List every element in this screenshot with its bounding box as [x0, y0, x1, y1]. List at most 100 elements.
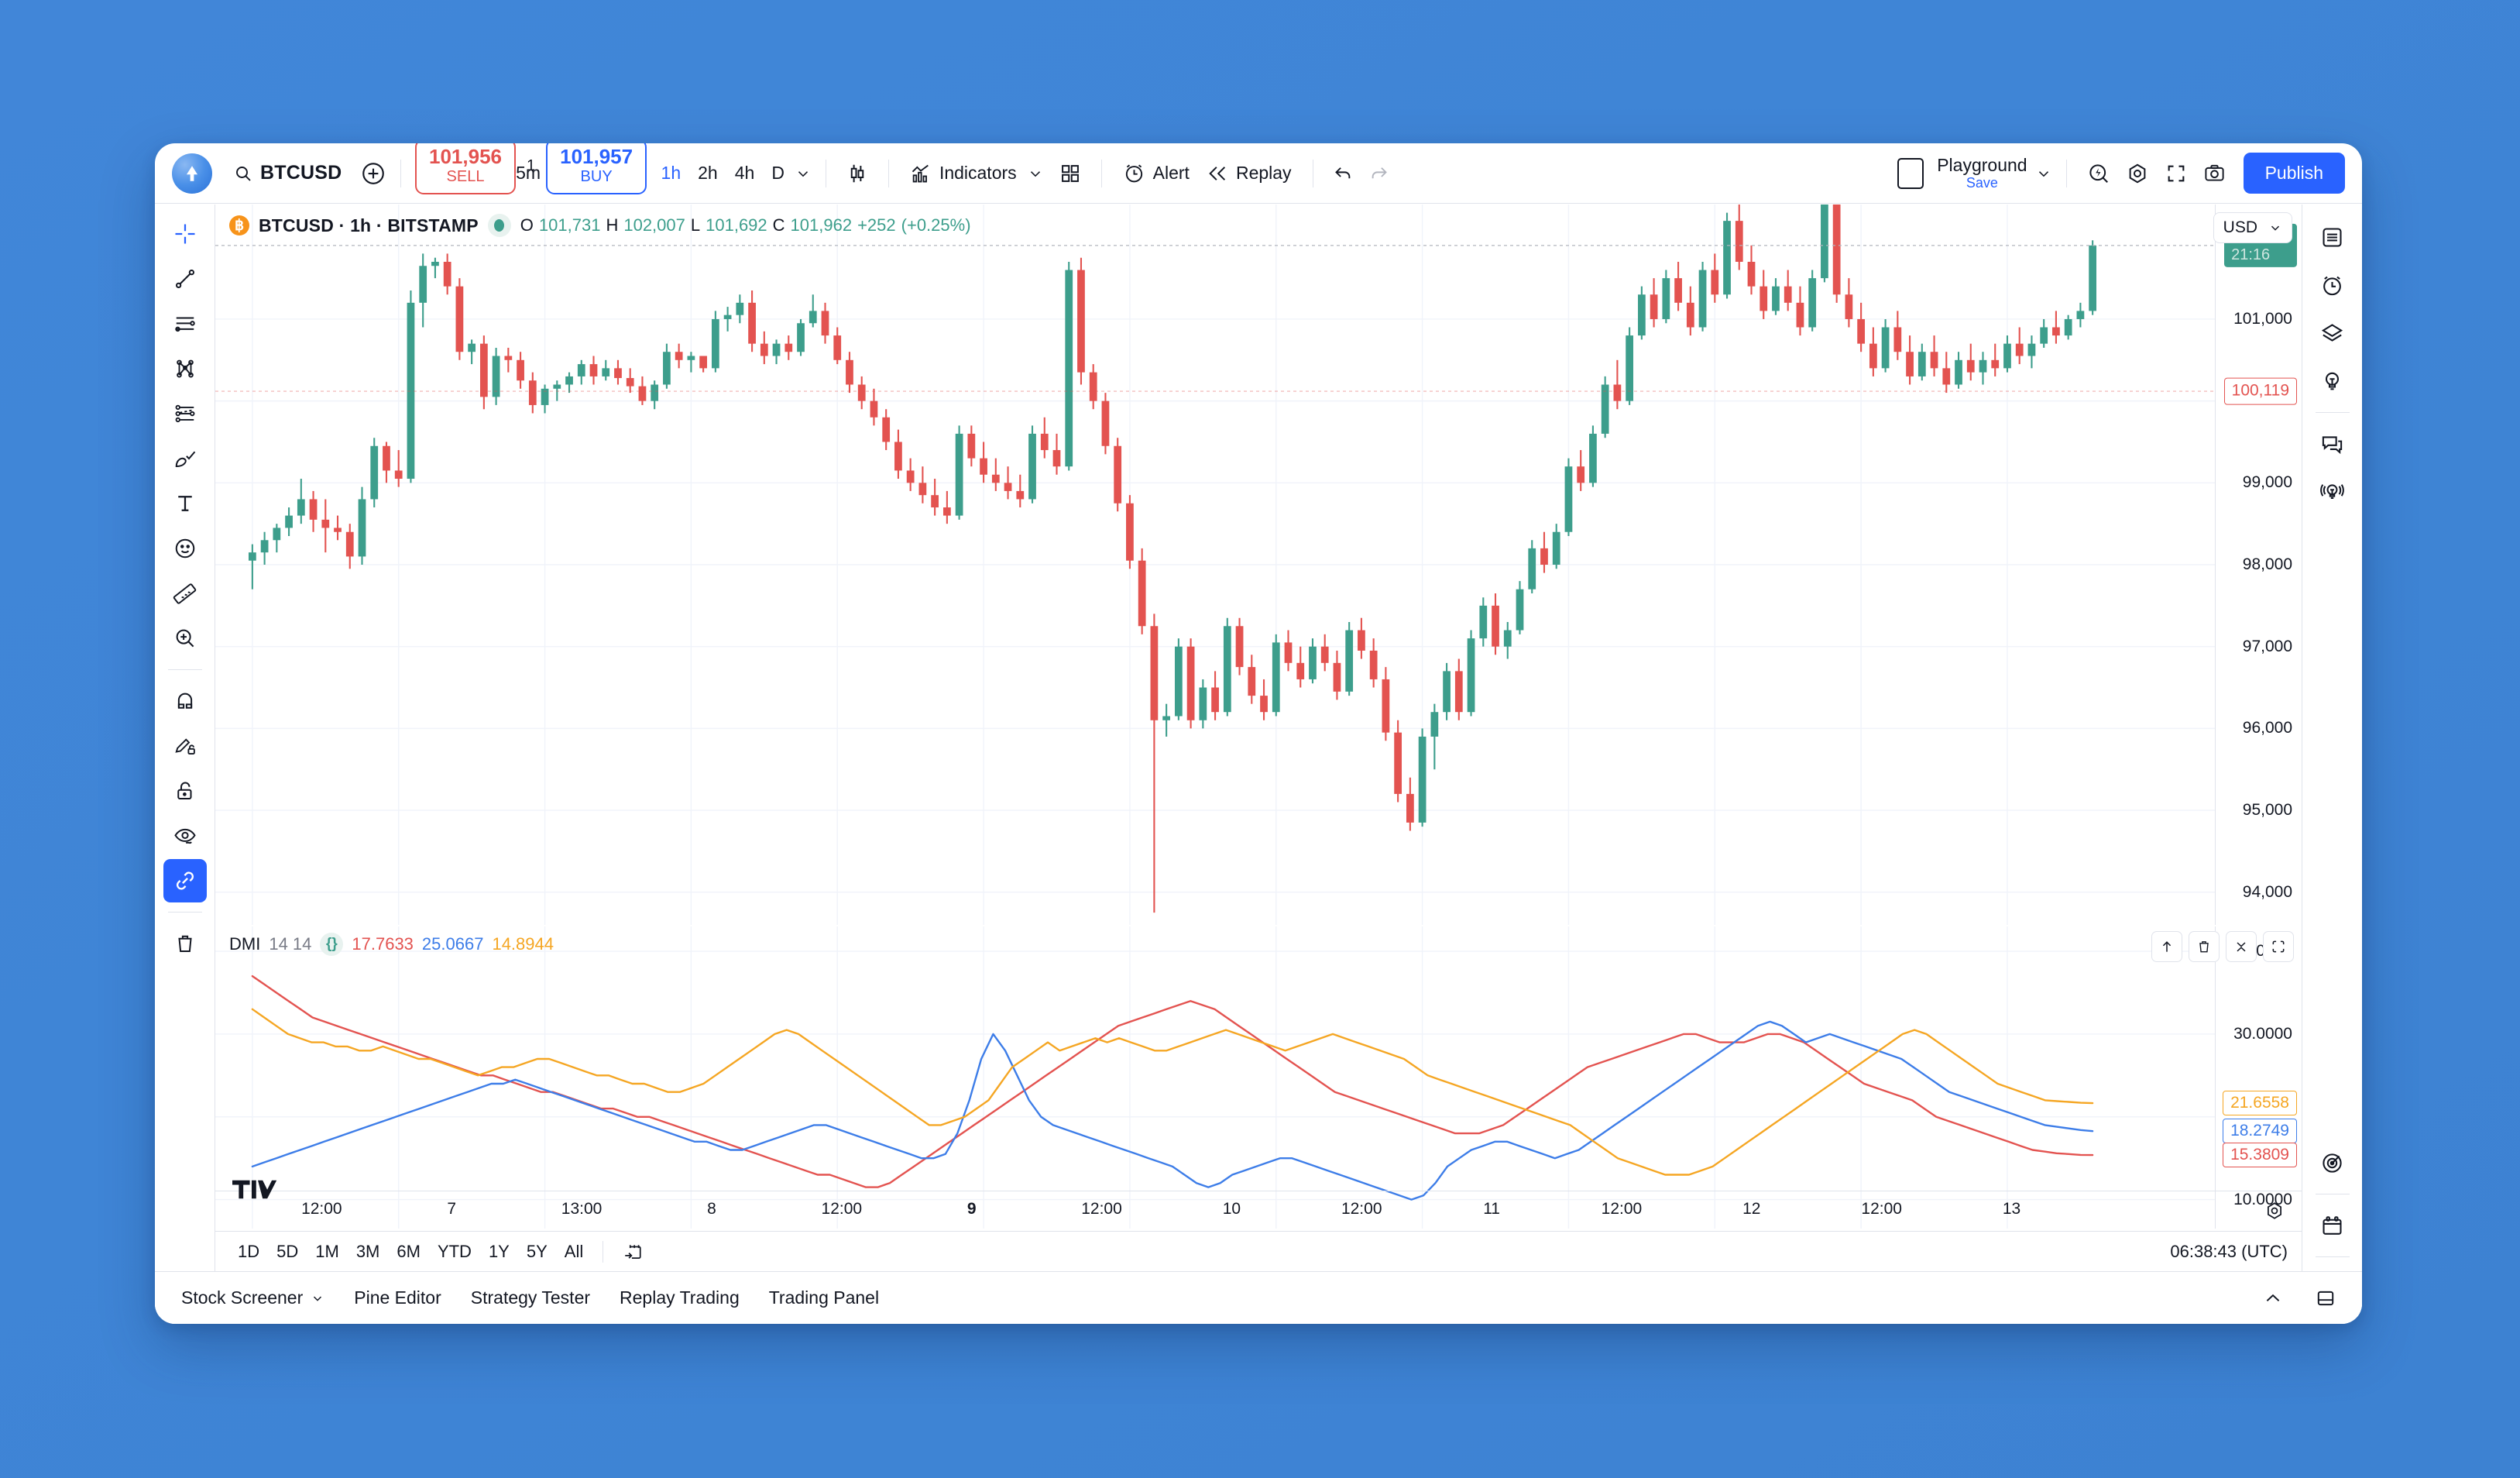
range-3M[interactable]: 3M: [348, 1238, 389, 1266]
range-5D[interactable]: 5D: [268, 1238, 307, 1266]
time-axis[interactable]: 12:00 7 13:00 8 12:00 9 12:00 10 12:00 11 12:00 12 1…: [215, 1191, 2302, 1231]
dmi-axis[interactable]: 40.000030.000010.000021.655818.274915.38…: [2215, 926, 2302, 1229]
time-axis-tick: 13:00: [561, 1200, 603, 1218]
calendar-icon[interactable]: [2311, 1204, 2354, 1247]
undo-icon[interactable]: [1326, 156, 1361, 191]
single-layout-icon[interactable]: [1890, 153, 1931, 194]
zoom-in-icon[interactable]: [163, 617, 207, 660]
delete-pane-icon[interactable]: [2189, 931, 2220, 962]
maximize-pane-icon[interactable]: [2263, 931, 2294, 962]
drawing-mode-lock-icon[interactable]: [163, 724, 207, 768]
candlestick-icon[interactable]: [839, 155, 876, 192]
time-axis-tick: 12: [1742, 1200, 1761, 1218]
horizontal-lines-icon[interactable]: [163, 302, 207, 345]
dmi-diplus-tag[interactable]: 18.2749: [2223, 1119, 2297, 1144]
range-1Y[interactable]: 1Y: [480, 1238, 518, 1266]
camera-icon[interactable]: [2196, 154, 2234, 193]
dmi-chart-pane[interactable]: [215, 926, 2215, 1229]
range-All[interactable]: All: [556, 1238, 592, 1266]
lightning-search-icon[interactable]: [2079, 154, 2118, 193]
panel-stock-screener[interactable]: Stock Screener: [169, 1280, 337, 1315]
cross-cursor-icon[interactable]: [163, 212, 207, 256]
lock-drawings-icon[interactable]: [163, 769, 207, 813]
redo-icon[interactable]: [1361, 156, 1397, 191]
brush-icon[interactable]: [163, 437, 207, 480]
source-code-icon[interactable]: {}: [320, 933, 344, 956]
text-tool-icon[interactable]: [163, 482, 207, 525]
sync-drawings-icon[interactable]: [163, 859, 207, 902]
layout-name-button[interactable]: Playground Save: [1931, 153, 2033, 194]
buy-button[interactable]: 101,957 BUY: [546, 143, 647, 194]
timeframe-1h[interactable]: 1h: [653, 157, 690, 189]
hotlist-idea-icon[interactable]: [2311, 359, 2354, 403]
chart-legend-title[interactable]: BTCUSD · 1h · BITSTAMP: [259, 215, 479, 236]
fib-retracement-icon[interactable]: [163, 392, 207, 435]
eye-dot-icon[interactable]: [487, 214, 511, 237]
chart-area[interactable]: ฿ BTCUSD · 1h · BITSTAMP O 101,731 H 102,0…: [215, 143, 2302, 1324]
replay-button[interactable]: Replay: [1198, 157, 1300, 190]
tradingview-logo-icon[interactable]: [172, 153, 212, 194]
gann-fan-icon[interactable]: [163, 347, 207, 390]
range-5Y[interactable]: 5Y: [518, 1238, 556, 1266]
range-YTD[interactable]: YTD: [429, 1238, 480, 1266]
publish-button[interactable]: Publish: [2243, 153, 2345, 194]
timeframe-4h[interactable]: 4h: [726, 157, 764, 189]
panel-pine-editor[interactable]: Pine Editor: [342, 1280, 454, 1315]
broadcast-idea-icon[interactable]: [2311, 470, 2354, 514]
dmi-adx-tag[interactable]: 15.3809: [2223, 1143, 2297, 1168]
range-1D[interactable]: 1D: [229, 1238, 268, 1266]
chevron-up-icon[interactable]: [2250, 1281, 2295, 1315]
grid-templates-icon[interactable]: [1052, 155, 1089, 192]
price-axis-tick: 94,000: [2242, 882, 2292, 901]
symbol-search[interactable]: BTCUSD: [225, 157, 351, 189]
hide-drawings-icon[interactable]: [163, 814, 207, 858]
remove-drawings-icon[interactable]: [163, 922, 207, 965]
time-axis-tick: 12:00: [1341, 1200, 1382, 1218]
clock-utc: 06:38:43 (UTC): [2170, 1241, 2288, 1261]
collapse-pane-icon[interactable]: [2226, 931, 2257, 962]
measure-ruler-icon[interactable]: [163, 572, 207, 615]
goto-date-icon[interactable]: [614, 1238, 651, 1266]
sell-button[interactable]: 101,956 SELL: [415, 143, 516, 194]
currency-selector[interactable]: USD: [2213, 212, 2292, 243]
ohlc-values: O 101,731 H 102,007 L 101,692 C 101,962 +252…: [520, 215, 971, 235]
timeframe-D[interactable]: D: [763, 157, 793, 189]
order-quantity[interactable]: 1: [527, 157, 535, 175]
panel-strategy-tester[interactable]: Strategy Tester: [458, 1280, 603, 1315]
timeframe-2h[interactable]: 2h: [689, 157, 726, 189]
chart-settings-gear-hex-icon[interactable]: [2264, 1201, 2285, 1221]
magnet-icon[interactable]: [163, 679, 207, 723]
panel-trading-panel[interactable]: Trading Panel: [757, 1280, 891, 1315]
current-price-time: 21:16: [2231, 246, 2271, 263]
object-tree-radar-icon[interactable]: [2311, 1141, 2354, 1184]
chevron-down-icon[interactable]: [793, 163, 813, 184]
indicators-button[interactable]: Indicators: [901, 157, 1025, 190]
dmi-name[interactable]: DMI: [229, 934, 260, 954]
watchlist-icon[interactable]: [2311, 215, 2354, 259]
emoji-icon[interactable]: [163, 527, 207, 570]
move-pane-up-icon[interactable]: [2151, 931, 2182, 962]
prev-close-tag[interactable]: 100,119: [2223, 377, 2297, 405]
price-axis[interactable]: 101,000 99,000 98,000 97,000 96,000 95,000 94,…: [2215, 205, 2302, 925]
dmi-diminus-tag[interactable]: 21.6558: [2223, 1091, 2297, 1116]
gear-hex-icon[interactable]: [2118, 154, 2157, 193]
trend-line-icon[interactable]: [163, 257, 207, 301]
search-icon: [236, 166, 251, 181]
time-axis-tick: 13: [2002, 1200, 2021, 1218]
layout-save-link[interactable]: Save: [1966, 176, 1998, 191]
plus-circle-icon[interactable]: [359, 159, 388, 188]
maximize-panel-icon[interactable]: [2303, 1281, 2348, 1315]
indicators-chevron-down-icon[interactable]: [1025, 163, 1045, 184]
price-chart-pane[interactable]: [215, 205, 2215, 925]
alert-button[interactable]: Alert: [1114, 156, 1198, 190]
panel-replay-trading[interactable]: Replay Trading: [607, 1280, 752, 1315]
range-6M[interactable]: 6M: [388, 1238, 429, 1266]
alerts-clock-icon[interactable]: [2311, 263, 2354, 307]
range-1M[interactable]: 1M: [307, 1238, 348, 1266]
range-bar: 1D 5D 1M 3M 6M YTD 1Y 5Y All 06:38:43 (U…: [215, 1231, 2302, 1271]
fullscreen-icon[interactable]: [2157, 154, 2196, 193]
chat-icon[interactable]: [2311, 422, 2354, 466]
rewind-icon: [1209, 166, 1225, 180]
layout-chevron-down-icon[interactable]: [2034, 163, 2054, 184]
data-window-layers-icon[interactable]: [2311, 311, 2354, 355]
